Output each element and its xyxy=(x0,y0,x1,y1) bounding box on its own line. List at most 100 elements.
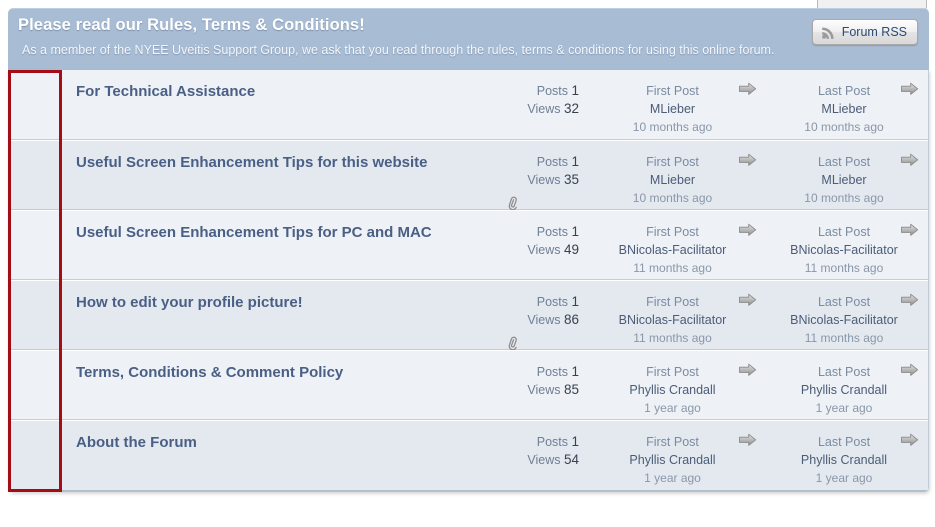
views-count: Views 32 xyxy=(465,100,579,118)
first-post-cell: First Post MLieber 10 months ago xyxy=(585,141,760,207)
goto-last-post-arrow-icon[interactable] xyxy=(900,222,920,238)
last-post-cell: Last Post BNicolas-Facilitator 11 months… xyxy=(760,281,928,347)
last-post-time: 10 months ago xyxy=(804,191,884,205)
views-count: Views 86 xyxy=(465,311,579,329)
last-post-time: 10 months ago xyxy=(804,120,884,134)
views-value: 86 xyxy=(563,312,579,327)
topic-title-cell: How to edit your profile picture! xyxy=(61,281,465,312)
first-post-time: 11 months ago xyxy=(633,331,712,345)
table-row[interactable]: Terms, Conditions & Comment Policy Posts… xyxy=(9,350,928,420)
topic-title-link[interactable]: Terms, Conditions & Comment Policy xyxy=(76,364,343,381)
last-post-author[interactable]: Phyllis Crandall xyxy=(760,381,928,399)
topic-status-cell[interactable] xyxy=(9,70,61,139)
last-post-author[interactable]: MLieber xyxy=(760,171,928,189)
goto-last-post-arrow-icon[interactable] xyxy=(900,362,920,378)
rss-icon xyxy=(821,25,836,40)
topic-title-cell: About the Forum xyxy=(61,421,465,452)
topic-status-cell[interactable] xyxy=(9,281,61,349)
topic-status-cell[interactable] xyxy=(9,351,61,419)
posts-value: 1 xyxy=(571,364,579,379)
first-post-cell: First Post Phyllis Crandall 1 year ago xyxy=(585,421,760,487)
forum-announcement-header: Please read our Rules, Terms & Condition… xyxy=(8,8,929,70)
posts-count: Posts 1 xyxy=(465,293,579,311)
topic-counts-cell: Posts 1 Views 85 xyxy=(465,351,585,423)
goto-first-post-arrow-icon[interactable] xyxy=(738,81,758,97)
topic-title-link[interactable]: Useful Screen Enhancement Tips for PC an… xyxy=(76,224,432,241)
posts-value: 1 xyxy=(571,154,579,169)
last-post-time: 11 months ago xyxy=(804,261,884,275)
last-post-time: 1 year ago xyxy=(815,471,873,485)
first-post-label: First Post xyxy=(646,225,699,239)
first-post-author[interactable]: Phyllis Crandall xyxy=(585,381,760,399)
goto-first-post-arrow-icon[interactable] xyxy=(738,362,758,378)
last-post-author[interactable]: MLieber xyxy=(760,100,928,118)
last-post-author[interactable]: Phyllis Crandall xyxy=(760,451,928,469)
last-post-time: 1 year ago xyxy=(815,401,873,415)
topic-title-link[interactable]: About the Forum xyxy=(76,434,197,451)
topic-title-link[interactable]: For Technical Assistance xyxy=(76,83,255,100)
goto-first-post-arrow-icon[interactable] xyxy=(738,432,758,448)
last-post-cell: Last Post MLieber 10 months ago xyxy=(760,70,928,136)
last-post-cell: Last Post Phyllis Crandall 1 year ago xyxy=(760,351,928,417)
page-subtitle: As a member of the NYEE Uveitis Support … xyxy=(22,43,775,57)
rss-button-label: Forum RSS xyxy=(841,25,907,39)
views-label: Views xyxy=(527,383,564,397)
page-title: Please read our Rules, Terms & Condition… xyxy=(18,16,365,34)
views-value: 49 xyxy=(563,242,579,257)
first-post-label: First Post xyxy=(646,435,699,449)
posts-label: Posts xyxy=(536,84,572,98)
views-count: Views 35 xyxy=(465,171,579,189)
first-post-time: 10 months ago xyxy=(632,120,713,134)
topic-status-cell[interactable] xyxy=(9,141,61,209)
last-post-author[interactable]: BNicolas-Facilitator xyxy=(760,241,928,259)
first-post-label: First Post xyxy=(646,155,699,169)
first-post-cell: First Post MLieber 10 months ago xyxy=(585,70,760,136)
first-post-label: First Post xyxy=(646,365,699,379)
last-post-cell: Last Post Phyllis Crandall 1 year ago xyxy=(760,421,928,487)
topic-title-link[interactable]: How to edit your profile picture! xyxy=(76,294,303,311)
first-post-time: 10 months ago xyxy=(632,191,713,205)
topic-title-cell: Useful Screen Enhancement Tips for PC an… xyxy=(61,211,465,242)
goto-last-post-arrow-icon[interactable] xyxy=(900,81,920,97)
last-post-cell: Last Post BNicolas-Facilitator 11 months… xyxy=(760,211,928,277)
topic-title-cell: Terms, Conditions & Comment Policy xyxy=(61,351,465,382)
table-row[interactable]: Useful Screen Enhancement Tips for PC an… xyxy=(9,210,928,280)
views-label: Views xyxy=(527,102,564,116)
goto-last-post-arrow-icon[interactable] xyxy=(900,152,920,168)
views-label: Views xyxy=(527,243,564,257)
goto-first-post-arrow-icon[interactable] xyxy=(738,152,758,168)
views-label: Views xyxy=(527,313,564,327)
views-count: Views 54 xyxy=(465,451,579,469)
posts-count: Posts 1 xyxy=(465,433,579,451)
goto-first-post-arrow-icon[interactable] xyxy=(738,222,758,238)
topic-counts-cell: Posts 1 Views 35 xyxy=(465,141,585,213)
goto-last-post-arrow-icon[interactable] xyxy=(900,432,920,448)
topic-status-cell[interactable] xyxy=(9,421,61,490)
table-row[interactable]: About the Forum Posts 1 Views 54 First P… xyxy=(9,420,928,490)
views-value: 32 xyxy=(563,101,579,116)
last-post-author[interactable]: BNicolas-Facilitator xyxy=(760,311,928,329)
topic-title-link[interactable]: Useful Screen Enhancement Tips for this … xyxy=(76,154,427,171)
first-post-author[interactable]: MLieber xyxy=(585,171,760,189)
posts-count: Posts 1 xyxy=(465,363,579,381)
goto-first-post-arrow-icon[interactable] xyxy=(738,292,758,308)
posts-value: 1 xyxy=(571,294,579,309)
topic-status-cell[interactable] xyxy=(9,211,61,279)
first-post-time: 1 year ago xyxy=(644,471,701,485)
table-row[interactable]: Useful Screen Enhancement Tips for this … xyxy=(9,140,928,213)
views-value: 54 xyxy=(563,452,579,467)
forum-rss-button[interactable]: Forum RSS xyxy=(811,19,918,45)
goto-last-post-arrow-icon[interactable] xyxy=(900,292,920,308)
table-row[interactable]: For Technical Assistance Posts 1 Views 3… xyxy=(9,70,928,140)
topic-counts-cell: Posts 1 Views 86 xyxy=(465,281,585,353)
topic-title-cell: Useful Screen Enhancement Tips for this … xyxy=(61,141,465,172)
topic-list: For Technical Assistance Posts 1 Views 3… xyxy=(8,70,929,492)
first-post-author[interactable]: Phyllis Crandall xyxy=(585,451,760,469)
topic-title-cell: For Technical Assistance xyxy=(61,70,465,101)
table-row[interactable]: How to edit your profile picture! Posts … xyxy=(9,280,928,353)
first-post-author[interactable]: BNicolas-Facilitator xyxy=(585,311,760,329)
first-post-author[interactable]: BNicolas-Facilitator xyxy=(585,241,760,259)
first-post-author[interactable]: MLieber xyxy=(585,100,760,118)
first-post-label: First Post xyxy=(646,295,699,309)
first-post-cell: First Post BNicolas-Facilitator 11 month… xyxy=(585,281,760,347)
